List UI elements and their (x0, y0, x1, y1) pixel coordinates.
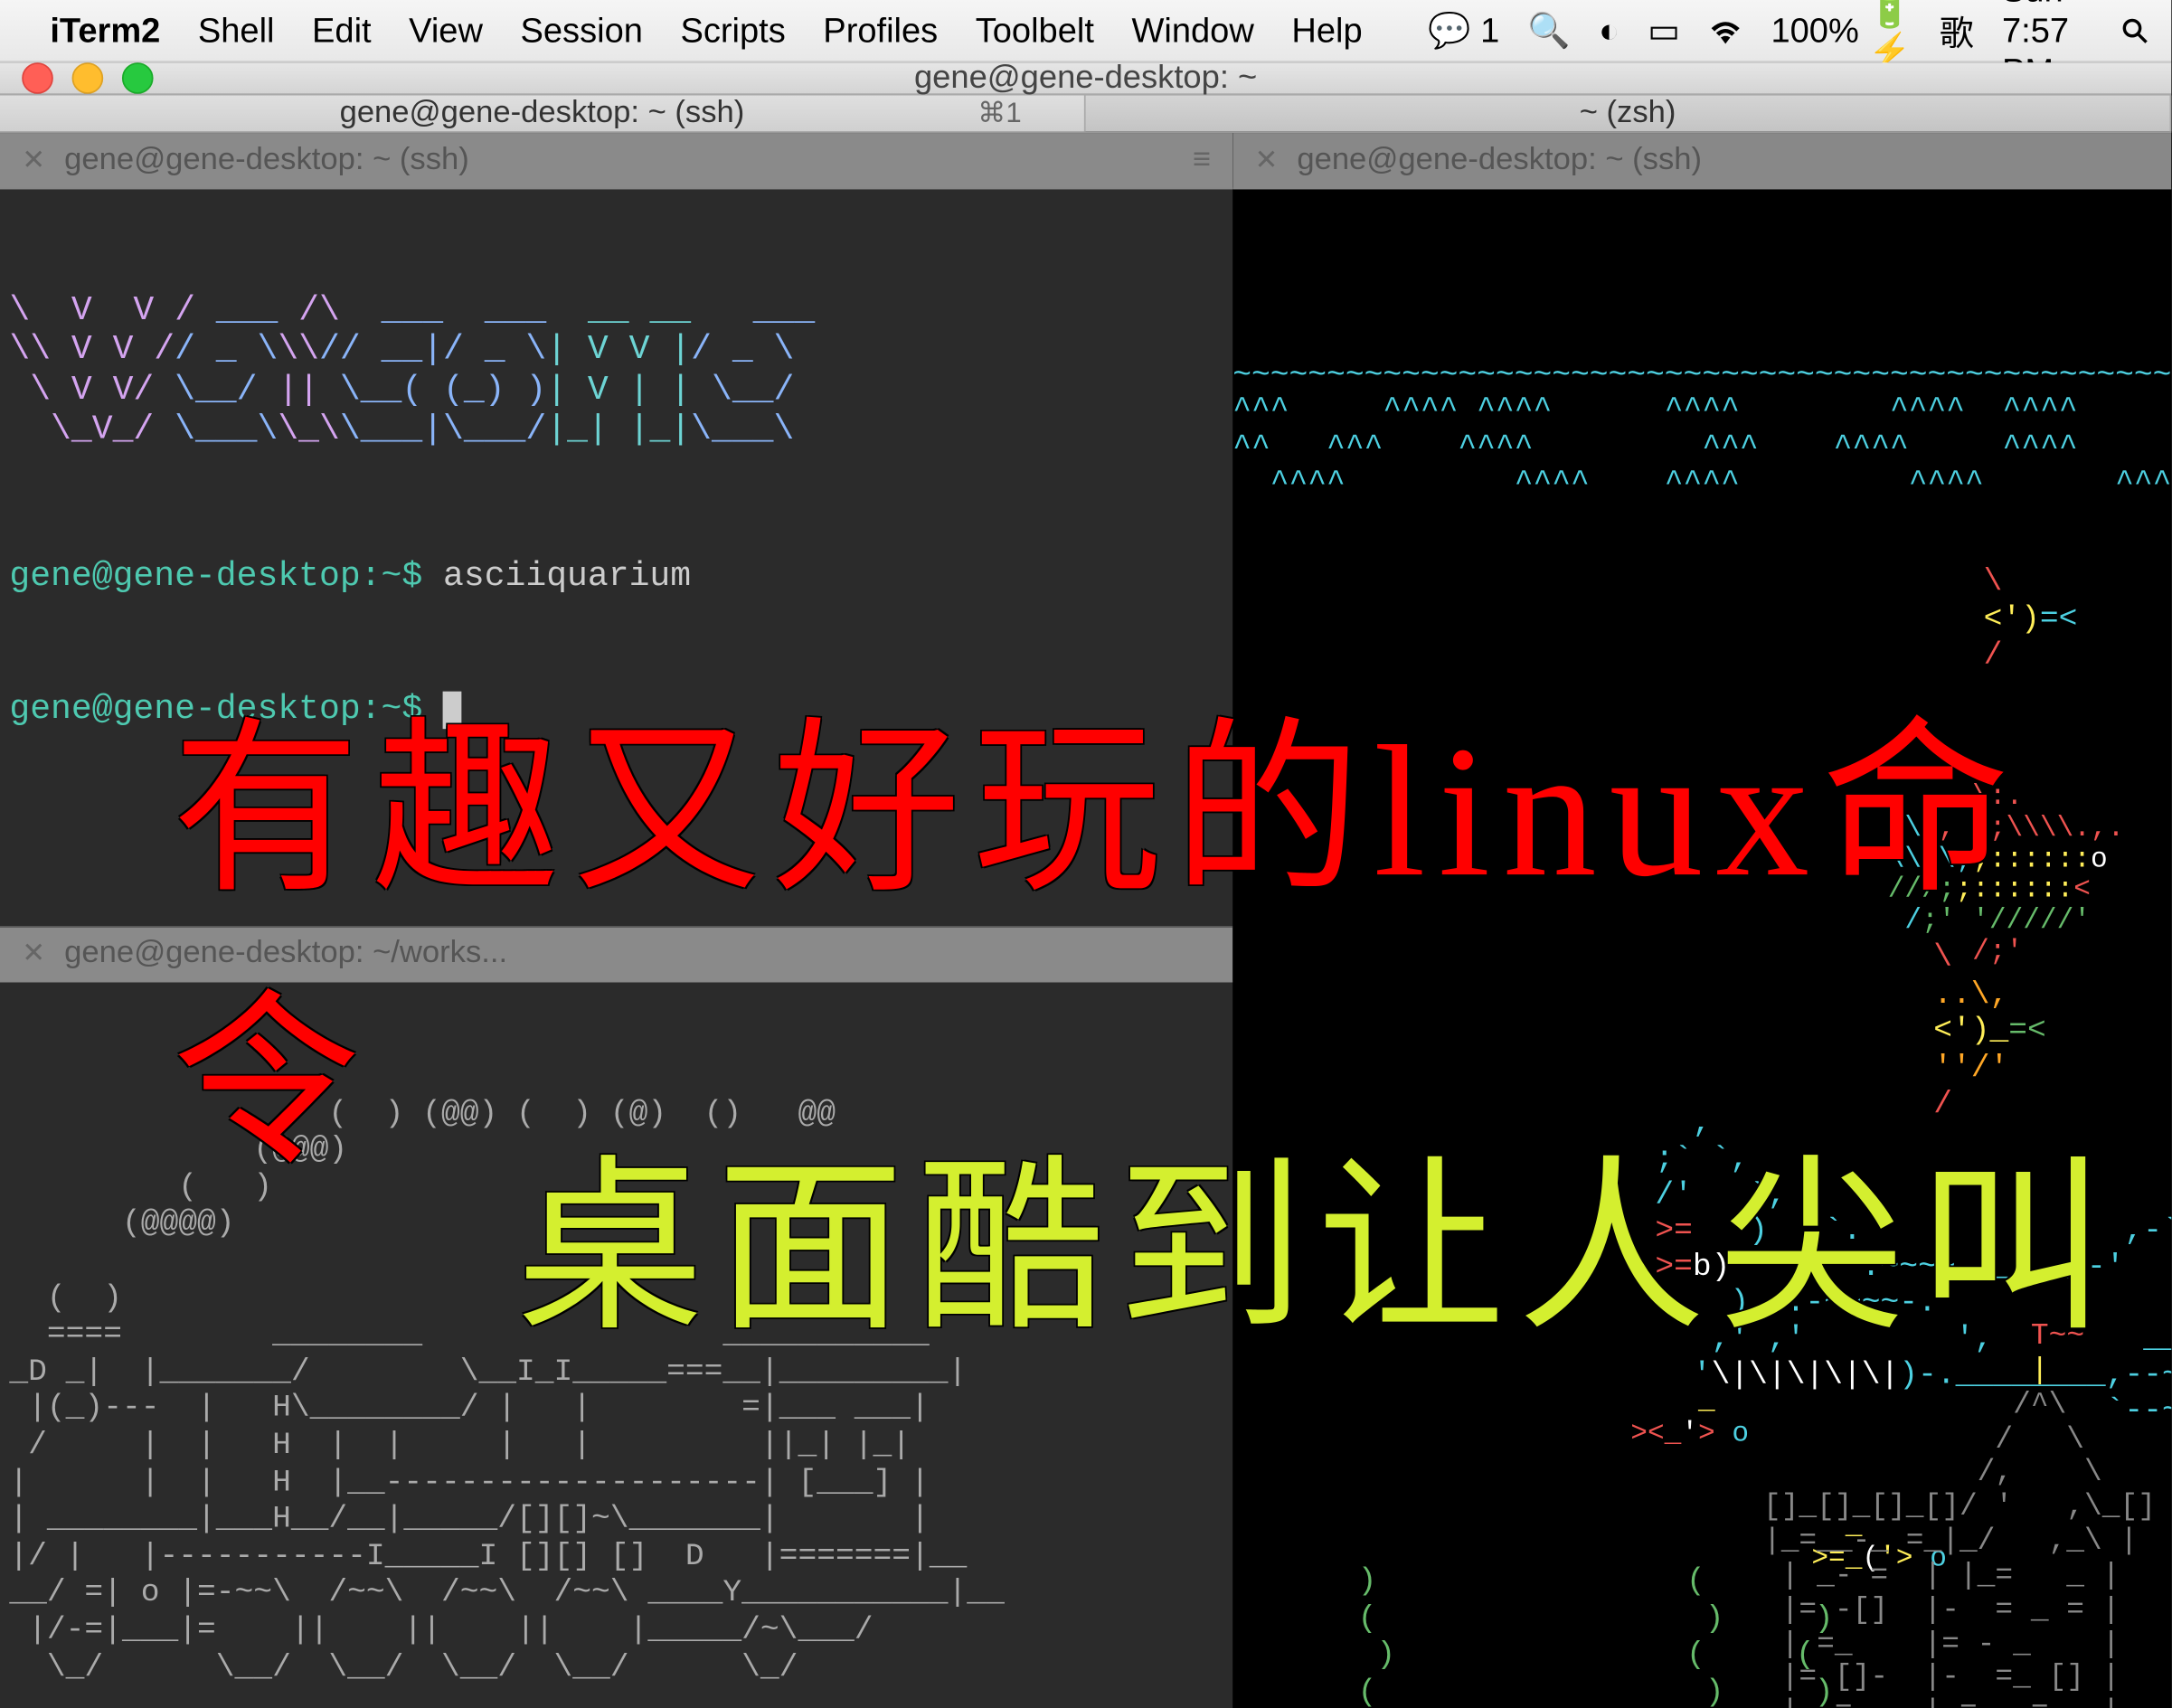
close-window-button[interactable] (22, 62, 53, 94)
menu-help[interactable]: Help (1291, 10, 1362, 51)
input-method-icon[interactable]: 歌 (1940, 5, 1974, 55)
tab-ssh[interactable]: gene@gene-desktop: ~ (ssh) ⌘1 (0, 96, 1086, 132)
session-menu-icon[interactable]: ≡ (1193, 142, 1211, 178)
close-session-icon[interactable]: ✕ (22, 937, 45, 969)
menu-scripts[interactable]: Scripts (680, 10, 785, 51)
control-center-icon[interactable]: ◐ (1599, 10, 1620, 51)
app-name[interactable]: iTerm2 (50, 10, 160, 51)
menu-edit[interactable]: Edit (312, 10, 372, 51)
menu-view[interactable]: View (409, 10, 483, 51)
welcome-ascii-art: \ V V / ___ /\ ___ ___ __ __ ___ \\ V V … (9, 291, 1223, 449)
spotlight-icon[interactable]: 🔍 (1527, 10, 1570, 51)
display-icon[interactable]: ▭ (1648, 10, 1680, 51)
search-icon[interactable] (2121, 16, 2149, 44)
tab-shortcut: ⌘1 (977, 97, 1021, 129)
wechat-icon[interactable]: 💬 1 (1428, 10, 1499, 51)
tab-zsh[interactable]: ~ (zsh) (1086, 96, 2172, 132)
window-tabs: gene@gene-desktop: ~ (ssh) ⌘1 ~ (zsh) (0, 96, 2171, 134)
window-title: gene@gene-desktop: ~ (914, 60, 1257, 98)
overlay-title-2: 桌面酷到让人尖叫 (516, 1095, 2119, 1367)
close-session-icon[interactable]: ✕ (22, 144, 45, 176)
window-titlebar[interactable]: gene@gene-desktop: ~ (0, 62, 2171, 95)
prompt-line-1: gene@gene-desktop:~$ asciiquarium (9, 554, 1223, 599)
close-session-icon[interactable]: ✕ (1254, 144, 1278, 176)
menu-shell[interactable]: Shell (198, 10, 275, 51)
small-fish-4: _ ><_'> o (1630, 1385, 1749, 1451)
minimize-window-button[interactable] (72, 62, 104, 94)
maximize-window-button[interactable] (122, 62, 154, 94)
session-tab-right[interactable]: ✕ gene@gene-desktop: ~ (ssh) (1232, 133, 2171, 189)
water-waves: ^^^ ^^^^ ^^^^ ^^^^ ^^^^ ^^^^ ^^^^ ^^^^ ^… (1232, 392, 2171, 503)
wifi-icon[interactable] (1708, 18, 1742, 43)
menu-profiles[interactable]: Profiles (823, 10, 938, 51)
battery-icon[interactable]: 100% 🔋⚡ (1771, 0, 1911, 71)
seaweed-1: ) ( ) ( ) (1358, 1564, 1396, 1708)
water-surface: ~~~~~~~~~~~~~~~~~~~~~~~~~~~~~~~~~~~~~~~~… (1232, 358, 2171, 395)
session-tab-1[interactable]: ✕ gene@gene-desktop: ~ (ssh) ≡ (0, 133, 1232, 189)
macos-menubar: iTerm2 Shell Edit View Session Scripts P… (0, 0, 2171, 62)
menu-toolbelt[interactable]: Toolbelt (976, 10, 1094, 51)
castle-ascii: T~~ | /^\ / \ /, \ []_[]_[]_[]/ ' ,\_[] … (1763, 1320, 2156, 1708)
menu-session[interactable]: Session (520, 10, 642, 51)
menu-window[interactable]: Window (1131, 10, 1253, 51)
seaweed-2: ( ) ( ) ( (1686, 1564, 1724, 1708)
